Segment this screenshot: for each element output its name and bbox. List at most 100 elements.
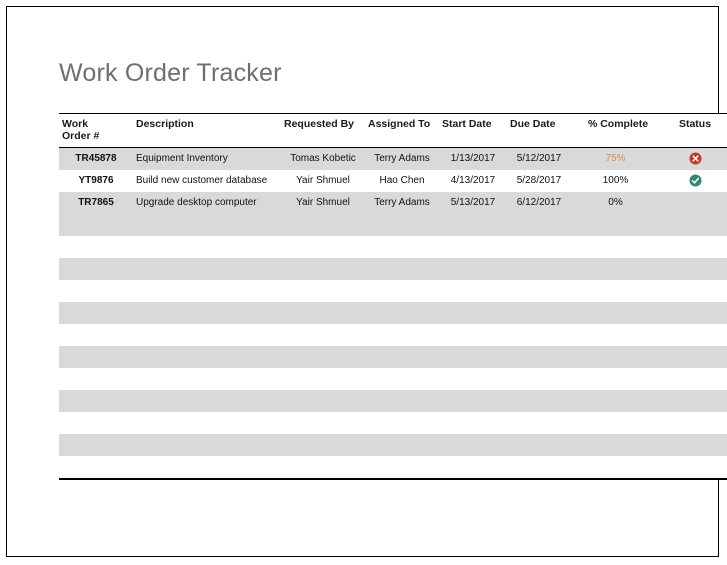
- cell-work-order[interactable]: [59, 367, 133, 390]
- cell-assigned-to[interactable]: [365, 301, 439, 324]
- cell-work-order[interactable]: YT9876: [59, 169, 133, 192]
- cell-status[interactable]: [660, 235, 727, 258]
- cell-requested-by[interactable]: [281, 433, 365, 456]
- cell-status[interactable]: [660, 279, 727, 302]
- cell-pct-complete[interactable]: [571, 367, 660, 390]
- cell-assigned-to[interactable]: Terry Adams: [365, 147, 439, 170]
- cell-work-order[interactable]: [59, 345, 133, 368]
- cell-status[interactable]: [660, 191, 727, 214]
- cell-pct-complete[interactable]: [571, 301, 660, 324]
- cell-work-order[interactable]: [59, 301, 133, 324]
- cell-assigned-to[interactable]: [365, 389, 439, 412]
- cell-requested-by[interactable]: Yair Shmuel: [281, 169, 365, 192]
- cell-description[interactable]: [133, 235, 281, 258]
- cell-start-date[interactable]: [439, 367, 507, 390]
- cell-work-order[interactable]: [59, 213, 133, 236]
- cell-work-order[interactable]: [59, 411, 133, 434]
- cell-requested-by[interactable]: Tomas Kobetic: [281, 147, 365, 170]
- cell-description[interactable]: [133, 433, 281, 456]
- cell-pct-complete[interactable]: [571, 411, 660, 434]
- cell-pct-complete[interactable]: [571, 345, 660, 368]
- cell-description[interactable]: [133, 389, 281, 412]
- table-row-empty[interactable]: [59, 345, 727, 368]
- cell-due-date[interactable]: [507, 389, 571, 412]
- cell-assigned-to[interactable]: [365, 235, 439, 258]
- cell-work-order[interactable]: [59, 257, 133, 280]
- cell-description[interactable]: [133, 301, 281, 324]
- cell-assigned-to[interactable]: [365, 411, 439, 434]
- cell-status[interactable]: [660, 213, 727, 236]
- table-row-empty[interactable]: [59, 235, 727, 258]
- cell-requested-by[interactable]: [281, 455, 365, 480]
- cell-work-order[interactable]: [59, 433, 133, 456]
- cell-work-order[interactable]: [59, 279, 133, 302]
- cell-due-date[interactable]: [507, 279, 571, 302]
- cell-pct-complete[interactable]: [571, 323, 660, 346]
- cell-status[interactable]: [660, 301, 727, 324]
- cell-start-date[interactable]: [439, 279, 507, 302]
- cell-work-order[interactable]: [59, 455, 133, 480]
- cell-start-date[interactable]: [439, 411, 507, 434]
- cell-status[interactable]: [660, 147, 727, 170]
- cell-requested-by[interactable]: [281, 279, 365, 302]
- cell-status[interactable]: [660, 257, 727, 280]
- cell-assigned-to[interactable]: [365, 367, 439, 390]
- table-row-empty[interactable]: [59, 213, 727, 236]
- cell-description[interactable]: [133, 345, 281, 368]
- cell-start-date[interactable]: [439, 433, 507, 456]
- cell-pct-complete[interactable]: [571, 433, 660, 456]
- cell-description[interactable]: [133, 455, 281, 480]
- cell-description[interactable]: Upgrade desktop computer: [133, 191, 281, 214]
- cell-start-date[interactable]: [439, 213, 507, 236]
- cell-due-date[interactable]: [507, 345, 571, 368]
- column-header-due-date[interactable]: Due Date: [507, 113, 571, 148]
- cell-requested-by[interactable]: [281, 389, 365, 412]
- cell-requested-by[interactable]: [281, 257, 365, 280]
- cell-requested-by[interactable]: [281, 411, 365, 434]
- table-row-empty[interactable]: [59, 367, 727, 390]
- cell-status[interactable]: [660, 367, 727, 390]
- cell-requested-by[interactable]: Yair Shmuel: [281, 191, 365, 214]
- cell-status[interactable]: [660, 323, 727, 346]
- cell-requested-by[interactable]: [281, 213, 365, 236]
- cell-due-date[interactable]: [507, 257, 571, 280]
- cell-start-date[interactable]: [439, 455, 507, 480]
- cell-pct-complete[interactable]: [571, 455, 660, 480]
- cell-pct-complete[interactable]: [571, 213, 660, 236]
- column-header-assigned-to[interactable]: Assigned To: [365, 113, 439, 148]
- cell-requested-by[interactable]: [281, 345, 365, 368]
- cell-start-date[interactable]: 4/13/2017: [439, 169, 507, 192]
- cell-pct-complete[interactable]: 0%: [571, 191, 660, 214]
- cell-due-date[interactable]: [507, 213, 571, 236]
- cell-requested-by[interactable]: [281, 301, 365, 324]
- cell-assigned-to[interactable]: [365, 455, 439, 480]
- cell-status[interactable]: [660, 455, 727, 480]
- cell-status[interactable]: [660, 169, 727, 192]
- column-header-description[interactable]: Description: [133, 113, 281, 148]
- table-row-empty[interactable]: [59, 279, 727, 302]
- cell-status[interactable]: [660, 345, 727, 368]
- cell-pct-complete[interactable]: [571, 235, 660, 258]
- cell-due-date[interactable]: 5/28/2017: [507, 169, 571, 192]
- cell-due-date[interactable]: [507, 301, 571, 324]
- cell-assigned-to[interactable]: [365, 323, 439, 346]
- cell-pct-complete[interactable]: 100%: [571, 169, 660, 192]
- cell-status[interactable]: [660, 389, 727, 412]
- cell-assigned-to[interactable]: Terry Adams: [365, 191, 439, 214]
- table-row[interactable]: TR7865 Upgrade desktop computer Yair Shmue…: [59, 191, 727, 214]
- cell-due-date[interactable]: [507, 235, 571, 258]
- cell-start-date[interactable]: [439, 345, 507, 368]
- cell-description[interactable]: [133, 411, 281, 434]
- cell-work-order[interactable]: [59, 389, 133, 412]
- cell-pct-complete[interactable]: 75%: [571, 147, 660, 170]
- cell-description[interactable]: Equipment Inventory: [133, 147, 281, 170]
- cell-start-date[interactable]: [439, 257, 507, 280]
- cell-due-date[interactable]: [507, 433, 571, 456]
- cell-status[interactable]: [660, 433, 727, 456]
- table-row[interactable]: YT9876 Build new customer database Yair Sh…: [59, 169, 727, 192]
- cell-due-date[interactable]: [507, 455, 571, 480]
- cell-start-date[interactable]: [439, 389, 507, 412]
- table-row-empty[interactable]: [59, 389, 727, 412]
- table-row-empty[interactable]: [59, 455, 727, 480]
- cell-due-date[interactable]: [507, 367, 571, 390]
